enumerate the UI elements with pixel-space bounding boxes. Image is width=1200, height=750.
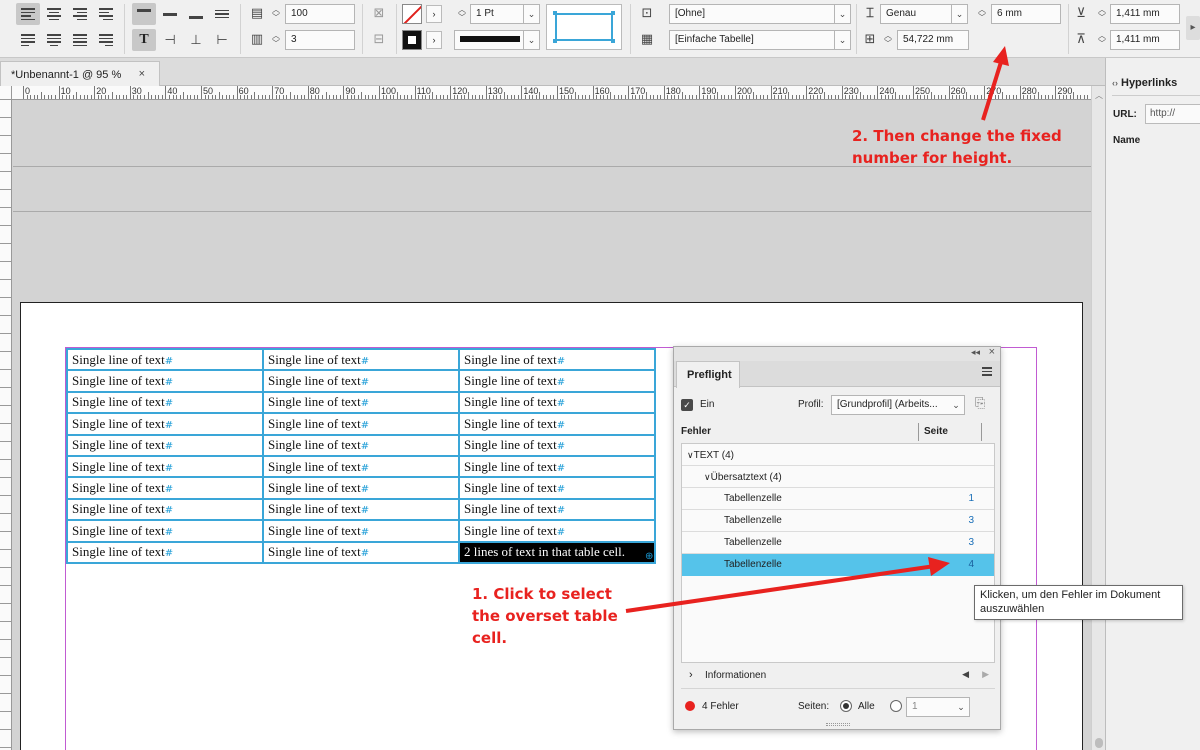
annotation-step-2: 2. Then change the fixed number for heig… [852, 127, 1062, 167]
annotation-step-1: 1. Click to select the overset table cel… [472, 585, 618, 647]
